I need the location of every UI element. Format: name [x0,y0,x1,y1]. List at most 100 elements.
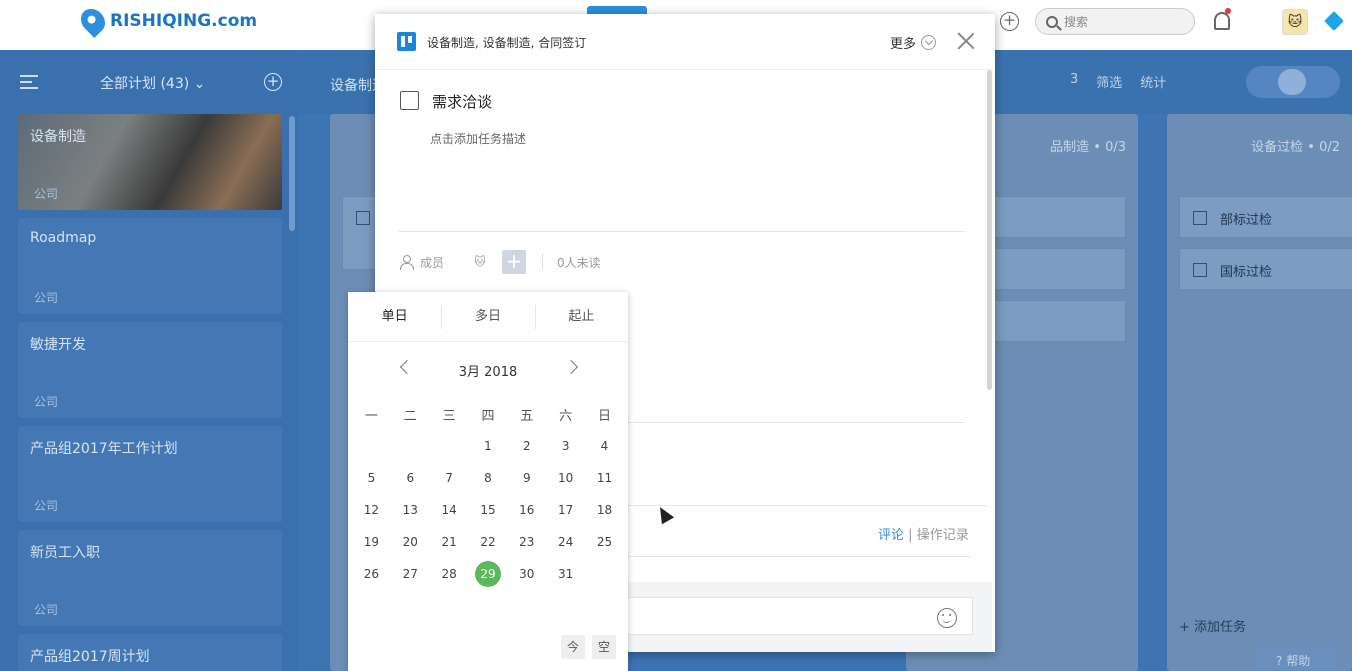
task-description-input[interactable]: 点击添加任务描述 [430,130,526,147]
stats-button[interactable]: 统计 [1140,72,1166,91]
members-label: 成员 [420,255,445,270]
calendar-day-label: 12 [363,503,380,517]
modal-scrollbar[interactable] [987,70,992,390]
calendar-day[interactable]: 12 [352,503,391,517]
search-input[interactable]: 搜索 [1035,8,1195,35]
member-avatar[interactable]: 🐱 [472,254,488,270]
plan-card[interactable]: 敏捷开发 公司 [18,322,282,418]
kanban-view-icon[interactable] [1278,69,1306,95]
filter-button[interactable]: 筛选 [1096,72,1122,91]
calendar-day[interactable]: 21 [430,535,469,549]
plan-card[interactable]: Roadmap 公司 [18,218,282,314]
calendar-day[interactable]: 27 [391,567,430,581]
calendar-day[interactable]: 24 [546,535,585,549]
add-plan-icon[interactable]: + [264,73,282,91]
tab-single-day[interactable]: 单日 [348,292,441,341]
calendar-day[interactable]: 7 [430,471,469,485]
add-circle-icon[interactable]: + [1000,12,1019,31]
calendar-day[interactable]: 4 [585,439,624,453]
location-pin-icon [76,4,110,38]
notification-bell-icon[interactable] [1214,12,1230,30]
plan-card[interactable]: 产品组2017周计划 [18,634,282,671]
view-switcher[interactable] [1246,66,1340,98]
plan-card[interactable]: 新员工入职 公司 [18,530,282,626]
sidebar-scrollbar[interactable] [289,116,295,231]
help-label: 帮助 [1286,654,1311,668]
task-card[interactable]: 部标过检 [1179,196,1352,238]
calendar-day[interactable]: 8 [469,471,508,485]
user-avatar[interactable]: 🐱 [1282,9,1308,35]
help-button[interactable]: ? 帮助 [1256,644,1336,671]
calendar-day[interactable]: 14 [430,503,469,517]
weekday-header: 一 二 三 四 五 六 日 [352,398,624,430]
calendar-day-label: 5 [367,471,376,485]
plan-card[interactable]: 设备制造 公司 [18,114,282,210]
weekday-label: 三 [442,408,456,424]
calendar-day[interactable]: 23 [507,535,546,549]
task-checkbox[interactable] [1193,263,1207,277]
task-title[interactable]: 需求洽谈 [432,91,492,112]
search-icon [1046,15,1058,28]
calendar-day[interactable]: 18 [585,503,624,517]
brand-logo[interactable]: RISHIQING.com [76,4,257,38]
calendar-day[interactable]: 30 [507,567,546,581]
tab-comments[interactable]: 评论 [878,528,904,543]
calendar-day[interactable]: 16 [507,503,546,517]
calendar-day-label: 3 [561,439,570,453]
column-header: 品制造 • 0/3 [1050,140,1126,155]
calendar-day-label: 11 [596,471,613,485]
notification-dot [1225,8,1231,14]
calendar-weeks: 1 2 3 4 5 6 7 8 9 10 11 12 13 14 15 16 17 18 19 20 21 22 23 24 2… [352,430,624,590]
calendar-week-row: 1 2 3 4 [352,430,624,462]
task-checkbox[interactable] [1193,211,1207,225]
diamond-icon[interactable] [1324,11,1344,31]
calendar-day[interactable]: 25 [585,535,624,549]
calendar-day[interactable]: 28 [430,567,469,581]
chevron-down-icon [921,35,937,50]
calendar-day[interactable]: 17 [546,503,585,517]
task-complete-checkbox[interactable] [400,91,419,110]
task-checkbox[interactable] [356,211,370,225]
calendar-day[interactable]: 9 [507,471,546,485]
calendar-day[interactable]: 20 [391,535,430,549]
tab-activity-log[interactable]: 操作记录 [917,528,969,543]
close-icon[interactable] [957,32,975,50]
members-count[interactable]: 3 [1070,72,1078,91]
picker-actions: 今 空 [561,635,616,659]
calendar-day-label: 16 [519,503,535,517]
calendar-day[interactable]: 22 [469,535,508,549]
calendar-day[interactable]: 26 [352,567,391,581]
calendar-day[interactable]: 15 [469,503,508,517]
add-task-button[interactable]: + 添加任务 [1179,616,1246,635]
more-button[interactable]: 更多 [890,33,937,52]
calendar-day[interactable]: 13 [391,503,430,517]
emoji-icon[interactable] [937,608,957,628]
calendar-day[interactable]: 19 [352,535,391,549]
calendar-day[interactable]: 31 [546,567,585,581]
month-navigator: 3月 2018 [348,354,628,384]
calendar-day[interactable]: 5 [352,471,391,485]
calendar-day-selected[interactable]: 29 [469,561,508,587]
calendar-day[interactable]: 1 [469,439,508,453]
calendar-day[interactable]: 6 [391,471,430,485]
clear-button[interactable]: 空 [592,635,616,659]
calendar-day[interactable]: 10 [546,471,585,485]
comment-input[interactable] [615,597,973,635]
calendar-day-label: 31 [558,567,574,581]
calendar-week-row: 12 13 14 15 16 17 18 [352,494,624,526]
today-button[interactable]: 今 [561,635,585,659]
tab-range[interactable]: 起止 [534,292,628,341]
calendar-day[interactable]: 2 [507,439,546,453]
task-card[interactable]: 国标过检 [1179,248,1352,290]
tab-multi-day[interactable]: 多日 [441,292,534,341]
plan-card[interactable]: 产品组2017年工作计划 公司 [18,426,282,522]
calendar-day[interactable]: 11 [585,471,624,485]
plan-name: 新员工入职 [30,545,100,561]
calendar-day-label: 24 [558,535,574,549]
add-task-label: 添加任务 [1194,620,1247,635]
board-icon [397,32,416,51]
menu-icon[interactable] [20,75,38,89]
calendar-day[interactable]: 3 [546,439,585,453]
add-member-button[interactable]: + [502,250,527,274]
all-plans-dropdown[interactable]: 全部计划 (43) ⌄ [100,73,205,93]
